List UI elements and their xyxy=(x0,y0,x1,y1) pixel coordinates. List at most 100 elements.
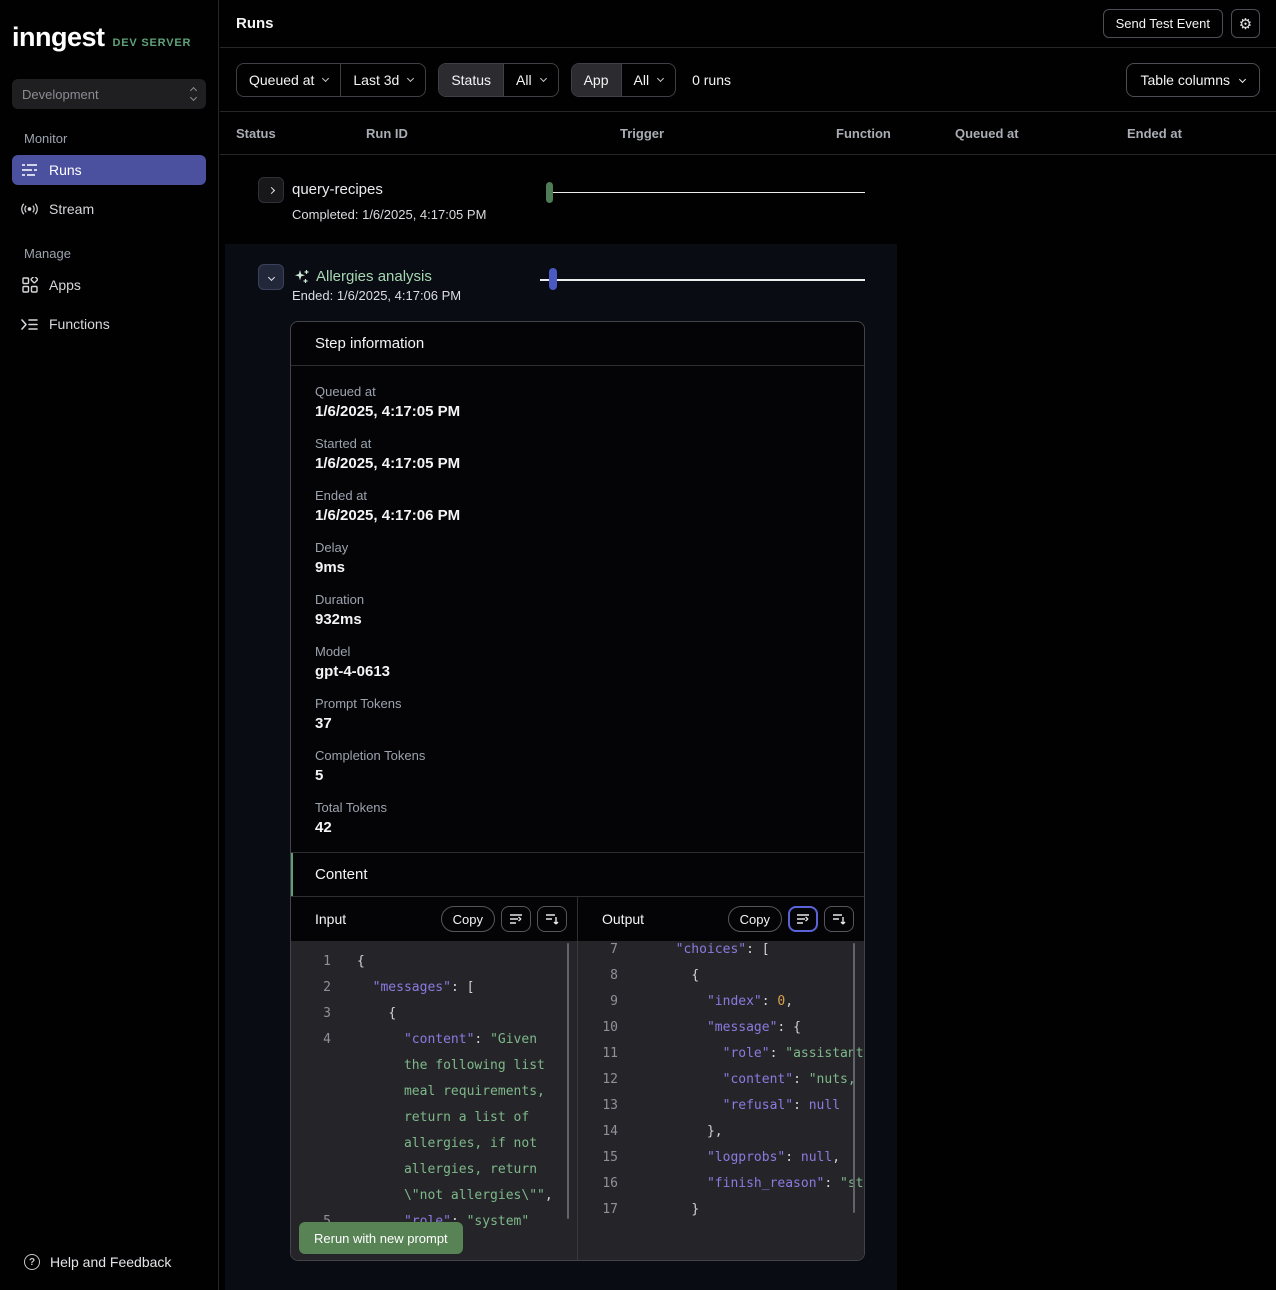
content-accent-bar xyxy=(291,853,293,896)
code-text: meal requirements, xyxy=(357,1079,545,1105)
run-status-line: Ended: 1/6/2025, 4:17:06 PM xyxy=(292,288,461,303)
run-name[interactable]: Allergies analysis xyxy=(316,268,432,285)
column-header-status: Status xyxy=(236,126,366,141)
code-text: \"not allergies\"", xyxy=(357,1183,553,1209)
copy-output-button[interactable]: Copy xyxy=(728,906,782,932)
sort-field-value: Queued at xyxy=(249,72,314,88)
input-scrollbar[interactable] xyxy=(567,943,569,1219)
table-header: StatusRun IDTriggerFunctionQueued atEnde… xyxy=(220,112,1276,155)
output-code-panel[interactable]: 7 "choices": [8 {9 "index": 0,10 "messag… xyxy=(577,941,864,1260)
input-code-panel[interactable]: 1{2 "messages": [3 {4 "content": "Given … xyxy=(291,941,577,1260)
run-name[interactable]: query-recipes xyxy=(292,181,383,198)
help-and-feedback-link[interactable]: ? Help and Feedback xyxy=(0,1254,218,1290)
step-field-value: 1/6/2025, 4:17:05 PM xyxy=(315,402,840,422)
send-test-event-button[interactable]: Send Test Event xyxy=(1103,9,1223,38)
step-field-value: 42 xyxy=(315,818,840,838)
run-row-allergies-analysis: Allergies analysis Ended: 1/6/2025, 4:17… xyxy=(225,244,897,321)
run-status-line: Completed: 1/6/2025, 4:17:05 PM xyxy=(292,207,486,222)
step-detail-panel: Step information Queued at1/6/2025, 4:17… xyxy=(290,321,865,1261)
app-filter-dropdown[interactable]: All xyxy=(621,64,676,96)
rerun-with-new-prompt-button[interactable]: Rerun with new prompt xyxy=(299,1222,463,1254)
sidebar-item-stream[interactable]: Stream xyxy=(12,194,206,224)
step-field: Completion Tokens 5 xyxy=(315,748,840,786)
app-filter-value: All xyxy=(634,72,650,88)
line-number xyxy=(291,1105,331,1131)
main-area: Runs Send Test Event ⚙ Queued at Last 3d… xyxy=(220,0,1276,1290)
status-filter-dropdown[interactable]: All xyxy=(503,64,558,96)
sidebar-item-runs[interactable]: Runs xyxy=(12,155,206,185)
time-range-dropdown[interactable]: Last 3d xyxy=(340,64,425,96)
code-text: { xyxy=(357,1001,396,1027)
expand-lines-icon xyxy=(832,913,846,925)
expand-row-button[interactable] xyxy=(258,177,284,203)
line-number: 7 xyxy=(578,941,618,963)
word-wrap-toggle-button-active[interactable] xyxy=(788,906,818,932)
step-field-label: Prompt Tokens xyxy=(315,696,840,712)
table-columns-button[interactable]: Table columns xyxy=(1126,63,1261,97)
column-header-trigger: Trigger xyxy=(620,126,836,141)
code-text: "role": "assistant", xyxy=(660,1041,864,1067)
output-code: 7 "choices": [8 {9 "index": 0,10 "messag… xyxy=(578,941,864,1223)
sidebar-item-label: Functions xyxy=(49,316,110,332)
ai-sparkles-icon xyxy=(293,268,311,286)
code-text: "choices": [ xyxy=(660,941,770,963)
code-line: \"not allergies\"", xyxy=(291,1183,577,1209)
content-title: Content xyxy=(315,866,368,883)
expand-lines-button[interactable] xyxy=(537,906,567,932)
run-row-query-recipes: query-recipes Completed: 1/6/2025, 4:17:… xyxy=(220,155,1276,244)
step-field-label: Completion Tokens xyxy=(315,748,840,764)
code-text: the following list xyxy=(357,1053,545,1079)
apps-grid-icon xyxy=(21,277,38,294)
code-line: 15 "logprobs": null, xyxy=(578,1145,864,1171)
stream-broadcast-icon xyxy=(21,201,38,218)
step-field-value: 37 xyxy=(315,714,840,734)
step-field-label: Duration xyxy=(315,592,840,608)
copy-input-button[interactable]: Copy xyxy=(441,906,495,932)
sidebar-item-functions[interactable]: Functions xyxy=(12,309,206,339)
sort-field-dropdown[interactable]: Queued at xyxy=(237,64,340,96)
code-text: "logprobs": null, xyxy=(660,1145,840,1171)
step-field: Ended at1/6/2025, 4:17:06 PM xyxy=(315,488,840,526)
step-field-value: 9ms xyxy=(315,558,840,578)
output-scrollbar[interactable] xyxy=(853,943,855,1213)
functions-icon xyxy=(21,316,38,333)
input-code: 1{2 "messages": [3 {4 "content": "Given … xyxy=(291,941,577,1235)
step-field-label: Ended at xyxy=(315,488,840,504)
code-line: 3 { xyxy=(291,1001,577,1027)
step-field: Started at1/6/2025, 4:17:05 PM xyxy=(315,436,840,474)
line-number: 17 xyxy=(578,1197,618,1223)
sidebar-nav: MonitorRunsStreamManageAppsFunctions xyxy=(0,109,218,348)
word-wrap-toggle-button[interactable] xyxy=(501,906,531,932)
line-number: 4 xyxy=(291,1027,331,1053)
expand-lines-button[interactable] xyxy=(824,906,854,932)
code-line: 7 "choices": [ xyxy=(578,941,864,963)
environment-selector[interactable]: Development xyxy=(12,79,206,109)
chevron-down-icon xyxy=(1239,76,1246,83)
code-line: allergies, if not xyxy=(291,1131,577,1157)
collapse-row-button[interactable] xyxy=(258,264,284,290)
line-number: 13 xyxy=(578,1093,618,1119)
chevron-down-icon xyxy=(267,273,274,280)
sidebar-section-label: Manage xyxy=(24,246,194,261)
code-line: 8 { xyxy=(578,963,864,989)
line-number xyxy=(291,1157,331,1183)
code-text: { xyxy=(660,963,699,989)
code-text: }, xyxy=(660,1119,723,1145)
expand-lines-icon xyxy=(545,913,559,925)
sidebar-item-apps[interactable]: Apps xyxy=(12,270,206,300)
input-toolbar: Input Copy xyxy=(291,897,577,941)
expanded-run-section: Allergies analysis Ended: 1/6/2025, 4:17… xyxy=(225,244,897,1290)
code-line: 16 "finish_reason": "stop" xyxy=(578,1171,864,1197)
step-field: Duration932ms xyxy=(315,592,840,630)
line-number: 12 xyxy=(578,1067,618,1093)
timeline-start-marker xyxy=(546,182,553,203)
code-text: "message": { xyxy=(660,1015,801,1041)
code-text: allergies, return xyxy=(357,1157,537,1183)
code-line: meal requirements, xyxy=(291,1079,577,1105)
step-field-value: 5 xyxy=(315,766,840,786)
step-field-label: Model xyxy=(315,644,840,660)
line-number xyxy=(291,1053,331,1079)
settings-button[interactable]: ⚙ xyxy=(1231,9,1260,38)
line-number: 8 xyxy=(578,963,618,989)
step-information-title: Step information xyxy=(291,322,864,366)
